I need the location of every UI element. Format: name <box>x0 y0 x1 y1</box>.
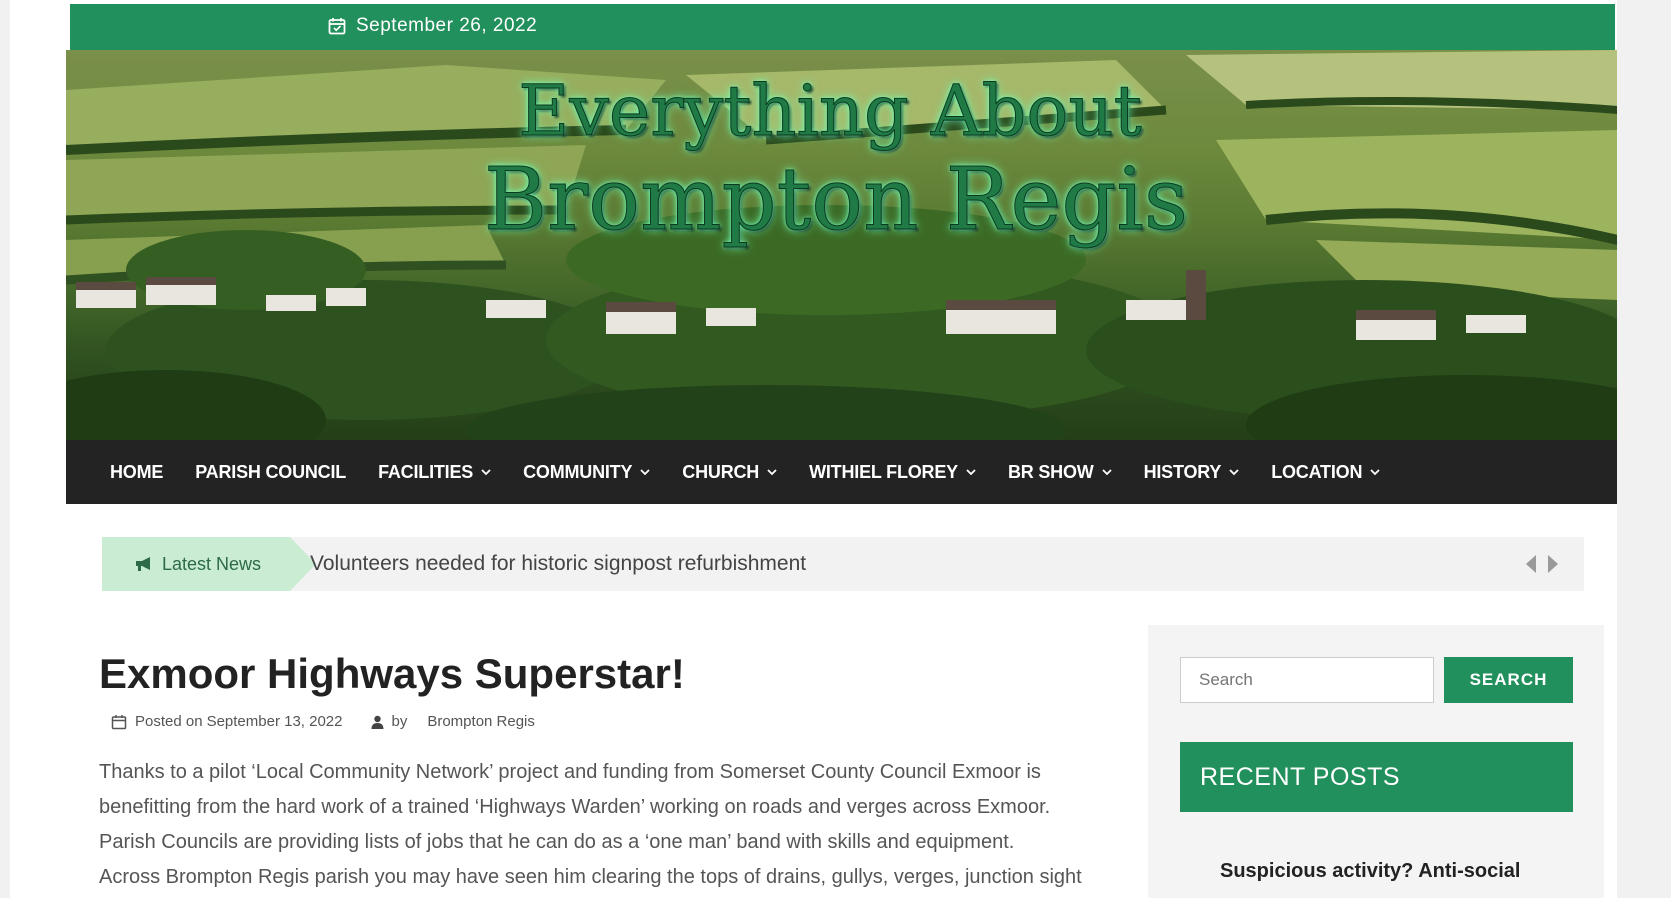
article-title[interactable]: Exmoor Highways Superstar! <box>99 650 685 698</box>
header-banner[interactable]: Everything About Brompton Regis <box>66 50 1618 440</box>
nav-item-community[interactable]: COMMUNITY <box>523 462 650 483</box>
article-meta: Posted on September 13, 2022 by Brompton… <box>111 713 535 730</box>
ticker-headline-link[interactable]: Volunteers needed for historic signpost … <box>310 552 806 576</box>
article-line: benefitting from the hard work of a trai… <box>99 796 1051 818</box>
page-margin <box>1617 0 1671 898</box>
recent-posts-heading: RECENT POSTS <box>1180 742 1573 812</box>
nav-label: COMMUNITY <box>523 461 633 482</box>
article-line: Thanks to a pilot ‘Local Community Netwo… <box>99 761 1041 783</box>
calendar-icon <box>111 714 127 729</box>
nav-item-home[interactable]: HOME <box>110 462 163 483</box>
nav-item-church[interactable]: CHURCH <box>682 462 777 483</box>
chevron-down-icon <box>1370 469 1380 476</box>
recent-post-link[interactable]: Suspicious activity? Anti-social <box>1220 860 1520 883</box>
posted-on-label: Posted on <box>135 713 203 730</box>
author-link[interactable]: Brompton Regis <box>427 713 535 730</box>
latest-news-ticker: Latest News Volunteers needed for histor… <box>102 537 1584 591</box>
nav-label: HISTORY <box>1143 461 1222 482</box>
nav-item-br-show[interactable]: BR SHOW <box>1008 462 1112 483</box>
article-line: Parish Councils are providing lists of j… <box>99 831 1015 853</box>
nav-label: CHURCH <box>682 461 760 482</box>
nav-item-location[interactable]: LOCATION <box>1271 462 1380 483</box>
nav-label: FACILITIES <box>378 461 474 482</box>
current-date: September 26, 2022 <box>328 15 537 37</box>
search-button[interactable]: SEARCH <box>1444 657 1573 703</box>
previous-arrow-icon[interactable] <box>1526 555 1536 573</box>
posted-date-link[interactable]: September 13, 2022 <box>207 713 343 730</box>
nav-label: HOME <box>110 461 164 482</box>
nav-item-facilities[interactable]: FACILITIES <box>378 462 491 483</box>
next-arrow-icon[interactable] <box>1548 555 1558 573</box>
sidebar: SEARCH RECENT POSTS Suspicious activity?… <box>1148 625 1604 898</box>
nav-label: LOCATION <box>1271 461 1363 482</box>
nav-label: WITHIEL FLOREY <box>809 461 958 482</box>
top-bar: September 26, 2022 <box>70 4 1615 50</box>
byline: by <box>371 713 408 730</box>
nav-item-history[interactable]: HISTORY <box>1144 462 1240 483</box>
chevron-down-icon <box>1229 469 1239 476</box>
by-label: by <box>391 713 408 730</box>
current-date-text: September 26, 2022 <box>356 15 538 36</box>
article-line: Across Brompton Regis parish you may hav… <box>99 866 1082 888</box>
megaphone-icon <box>136 557 150 571</box>
site-title-line1: Everything About <box>518 70 1143 153</box>
page: September 26, 2022 Everything About Brom… <box>10 0 1618 898</box>
latest-news-label: Latest News <box>162 553 262 574</box>
search-input[interactable] <box>1180 657 1434 703</box>
main-nav: HOME PARISH COUNCIL FACILITIES COMMUNITY… <box>66 440 1618 504</box>
chevron-down-icon <box>966 469 976 476</box>
chevron-down-icon <box>767 469 777 476</box>
article-excerpt: Thanks to a pilot ‘Local Community Netwo… <box>99 755 1099 895</box>
site-title-line2: Brompton Regis <box>483 150 1189 251</box>
nav-label: BR SHOW <box>1007 461 1094 482</box>
chevron-down-icon <box>640 469 650 476</box>
nav-label: PARISH COUNCIL <box>195 461 347 482</box>
calendar-icon <box>328 18 346 35</box>
chevron-down-icon <box>1101 469 1112 476</box>
chevron-down-icon <box>481 469 491 476</box>
nav-item-withiel-florey[interactable]: WITHIEL FLOREY <box>809 462 976 483</box>
user-icon <box>371 715 383 729</box>
ticker-controls <box>1526 555 1558 573</box>
latest-news-tag: Latest News <box>102 537 316 591</box>
nav-item-parish-council[interactable]: PARISH COUNCIL <box>195 462 346 483</box>
